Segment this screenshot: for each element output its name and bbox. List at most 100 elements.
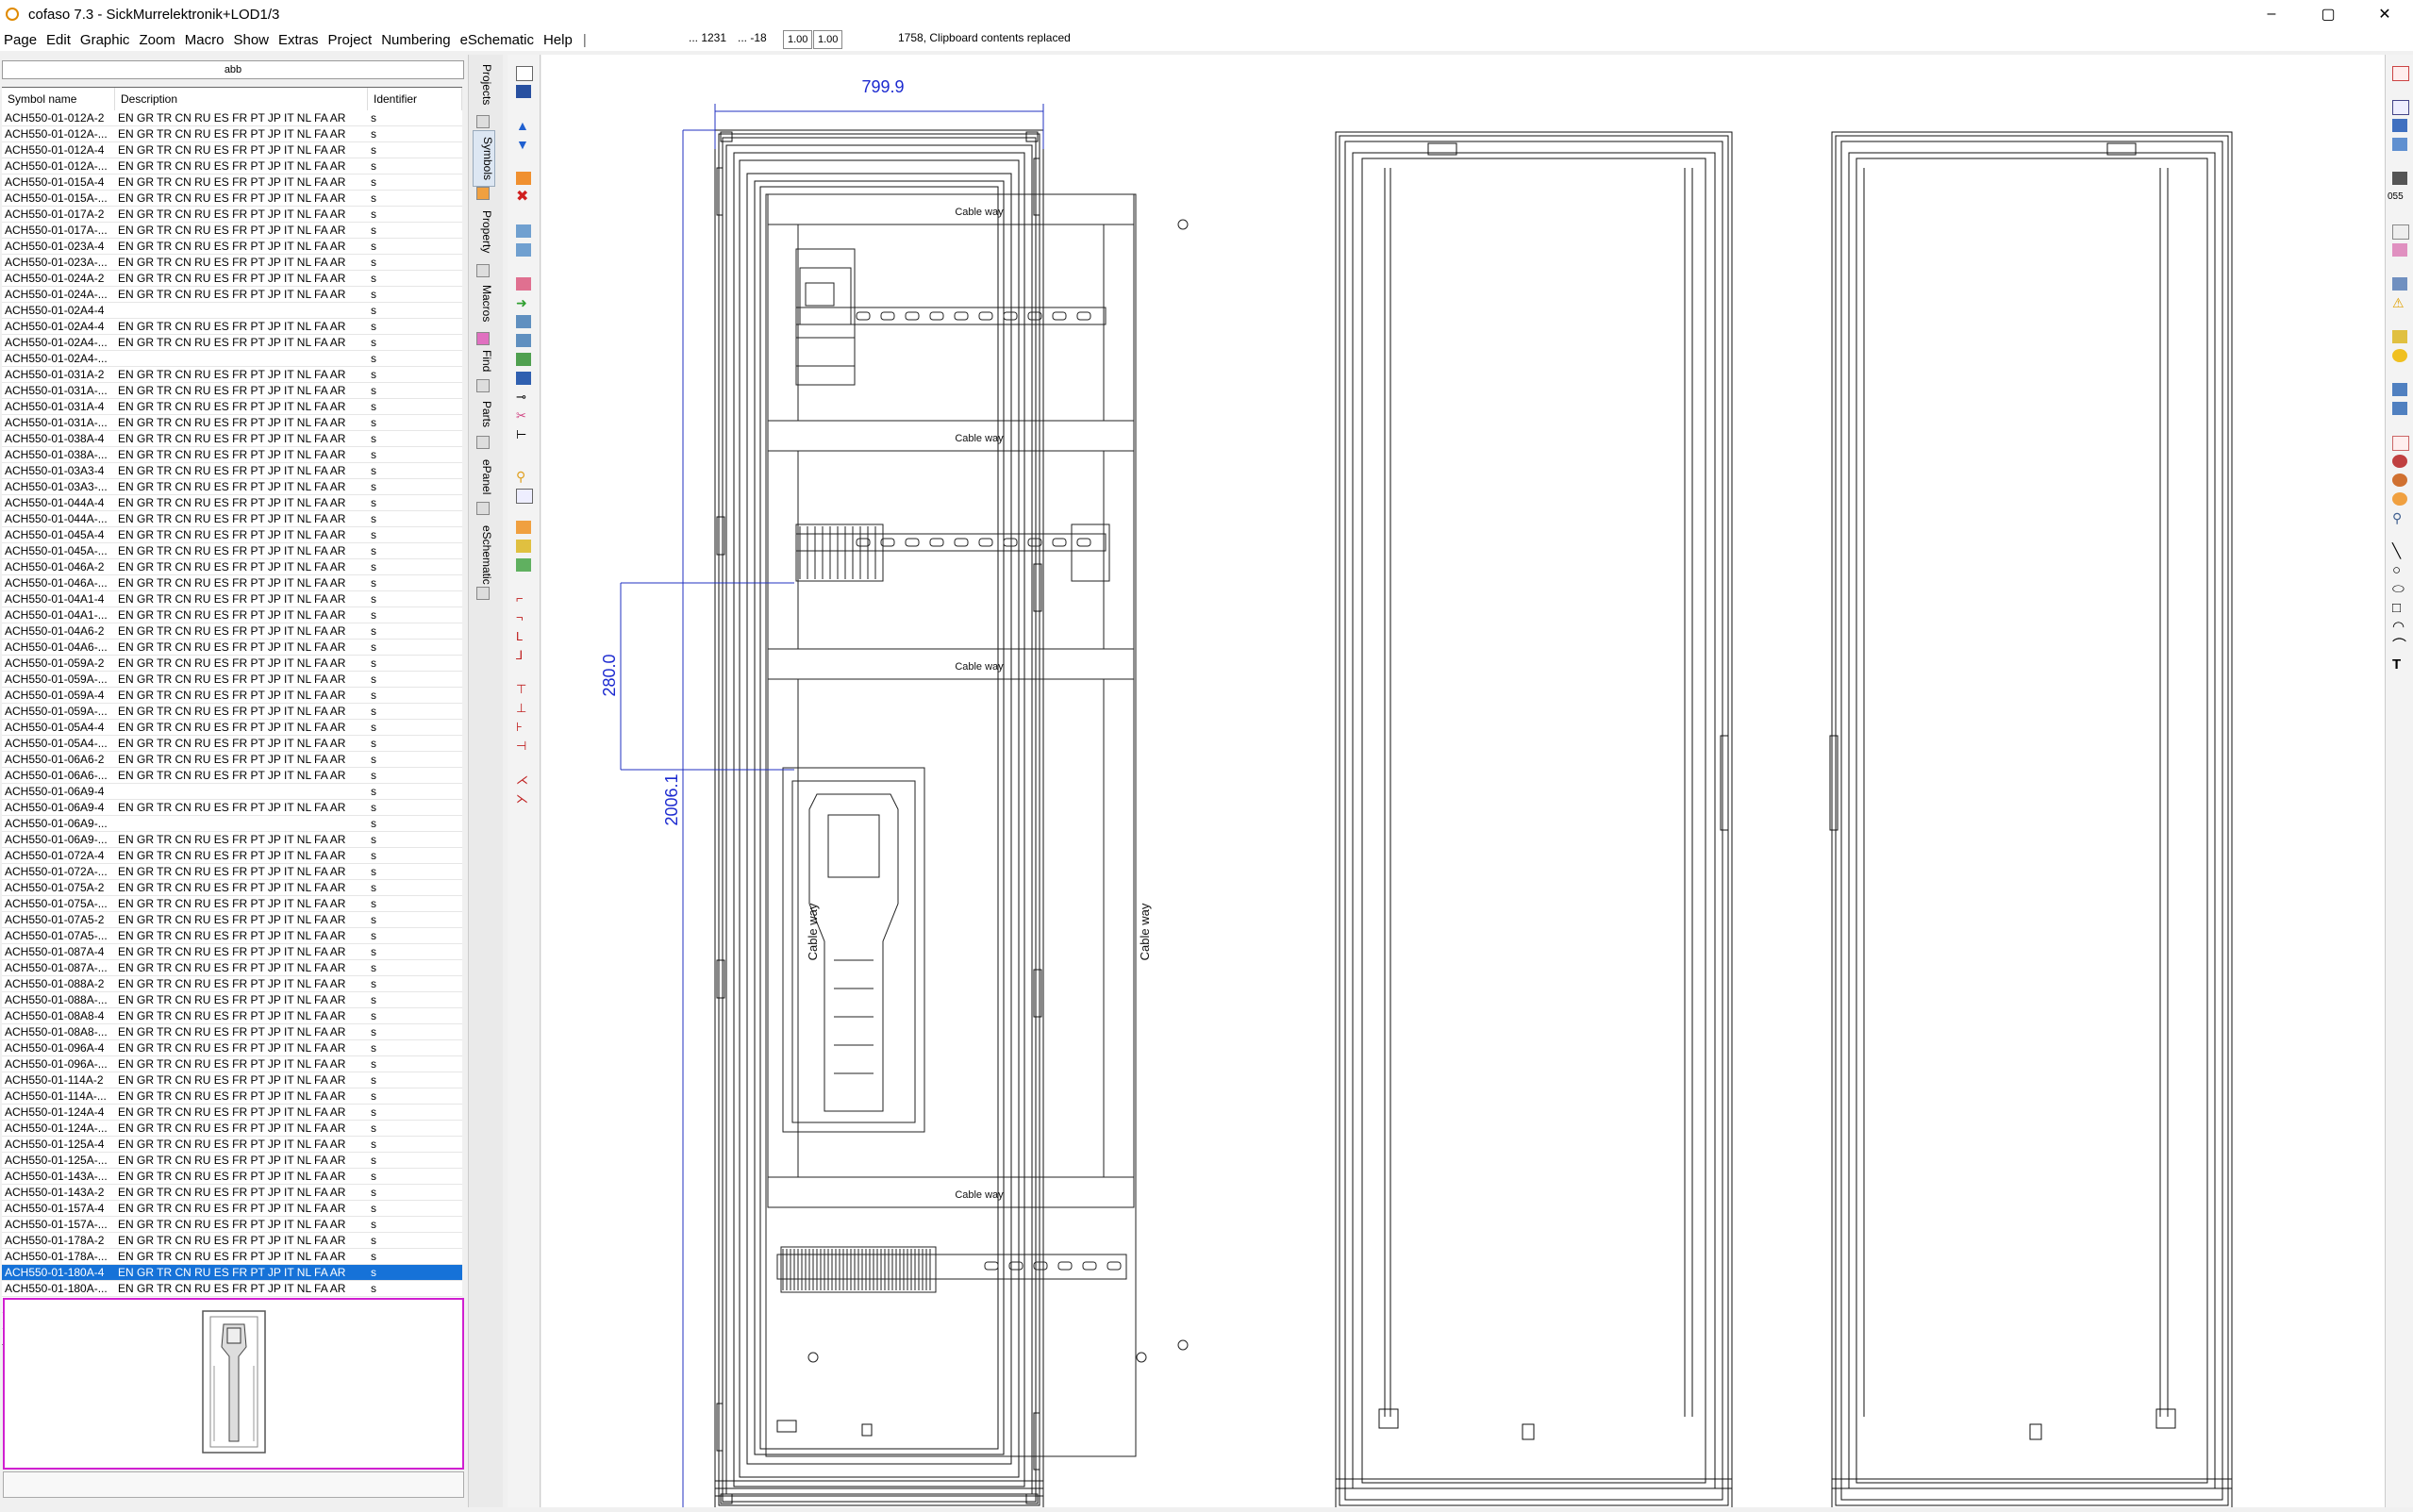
zoom-icon[interactable]: ⚲ xyxy=(516,470,531,483)
zoom-b-field[interactable]: 1.00 xyxy=(813,30,843,49)
corner-tr-icon[interactable]: ¬ xyxy=(516,611,531,624)
list-item[interactable]: ACH550-01-06A6-... EN GR TR CN RU ES FR P… xyxy=(2,768,462,784)
cabinet-side-view-2[interactable] xyxy=(1829,131,2233,1510)
drawing-canvas[interactable]: Cable way Cable way Cable way Cable way … xyxy=(541,55,2385,1510)
flag-orange-icon[interactable] xyxy=(516,521,531,534)
list-item[interactable]: ACH550-01-114A-... EN GR TR CN RU ES FR P… xyxy=(2,1088,462,1105)
maximize-button[interactable]: ▢ xyxy=(2300,0,2356,28)
list-item[interactable]: ACH550-01-05A4-4 EN GR TR CN RU ES FR PT … xyxy=(2,720,462,736)
menu-zoom[interactable]: Zoom xyxy=(134,32,179,48)
measure-icon[interactable]: ⊢ xyxy=(516,428,531,441)
list-item[interactable]: ACH550-01-045A-4 EN GR TR CN RU ES FR PT … xyxy=(2,527,462,543)
list-item[interactable]: ACH550-01-031A-... EN GR TR CN RU ES FR P… xyxy=(2,415,462,431)
col-identifier[interactable]: Identifier xyxy=(368,88,462,110)
tab-projects[interactable]: Projects xyxy=(473,58,493,111)
magnify-icon[interactable]: ⚲ xyxy=(2392,511,2407,524)
list-item[interactable]: ACH550-01-031A-2 EN GR TR CN RU ES FR PT … xyxy=(2,367,462,383)
undo-icon[interactable] xyxy=(516,224,531,238)
list-item[interactable]: ACH550-01-012A-... EN GR TR CN RU ES FR P… xyxy=(2,158,462,174)
doc-icon[interactable] xyxy=(2392,436,2409,451)
list-item[interactable]: ACH550-01-124A-4 EN GR TR CN RU ES FR PT … xyxy=(2,1105,462,1121)
tee-left-icon[interactable]: ⊣ xyxy=(516,739,531,753)
corner-br-icon[interactable]: ⅃ xyxy=(516,649,531,662)
eraser-icon[interactable] xyxy=(516,277,531,291)
menu-page[interactable]: Page xyxy=(0,32,42,48)
list-item[interactable]: ACH550-01-124A-... EN GR TR CN RU ES FR P… xyxy=(2,1121,462,1137)
tab-symbols[interactable]: Symbols xyxy=(473,130,495,187)
delete-icon[interactable]: ✖ xyxy=(516,190,531,205)
list-item[interactable]: ACH550-01-06A6-2 EN GR TR CN RU ES FR PT … xyxy=(2,752,462,768)
cross-b-icon[interactable]: ⋋ xyxy=(516,792,531,806)
list-item[interactable]: ACH550-01-059A-... EN GR TR CN RU ES FR P… xyxy=(2,672,462,688)
page-up-icon[interactable]: ▲ xyxy=(516,119,531,132)
split-icon[interactable]: ✂ xyxy=(516,409,531,423)
list-item[interactable]: ACH550-01-096A-4 EN GR TR CN RU ES FR PT … xyxy=(2,1040,462,1056)
save-icon[interactable] xyxy=(516,85,531,98)
list-item[interactable]: ACH550-01-02A4-4 EN GR TR CN RU ES FR PT … xyxy=(2,319,462,335)
list-item[interactable]: ACH550-01-178A-... EN GR TR CN RU ES FR P… xyxy=(2,1249,462,1265)
menu-show[interactable]: Show xyxy=(228,32,274,48)
list-item[interactable]: ACH550-01-072A-4 EN GR TR CN RU ES FR PT … xyxy=(2,848,462,864)
tab-parts[interactable]: Parts xyxy=(473,394,493,434)
list-item[interactable]: ACH550-01-012A-4 EN GR TR CN RU ES FR PT … xyxy=(2,142,462,158)
list-item[interactable]: ACH550-01-012A-... EN GR TR CN RU ES FR P… xyxy=(2,126,462,142)
tee-down-icon[interactable]: ⊤ xyxy=(516,683,531,696)
list-item[interactable]: ACH550-01-07A5-2 EN GR TR CN RU ES FR PT … xyxy=(2,912,462,928)
frame-icon[interactable] xyxy=(516,372,531,385)
list-item[interactable]: ACH550-01-180A-4 EN GR TR CN RU ES FR PT … xyxy=(2,1265,462,1281)
wrench-icon[interactable] xyxy=(2392,277,2407,291)
list-item[interactable]: ACH550-01-038A-4 EN GR TR CN RU ES FR PT … xyxy=(2,431,462,447)
list-item[interactable]: ACH550-01-178A-2 EN GR TR CN RU ES FR PT … xyxy=(2,1233,462,1249)
line-tool-icon[interactable]: ╲ xyxy=(2392,544,2407,558)
window-icon[interactable] xyxy=(2392,119,2407,132)
list-item[interactable]: ACH550-01-015A-... EN GR TR CN RU ES FR P… xyxy=(2,191,462,207)
list-item[interactable]: ACH550-01-125A-4 EN GR TR CN RU ES FR PT … xyxy=(2,1137,462,1153)
menu-help[interactable]: Help xyxy=(539,32,577,48)
brush-icon[interactable] xyxy=(2392,243,2407,257)
pen-icon[interactable] xyxy=(516,315,531,328)
list-item[interactable]: ACH550-01-088A-2 EN GR TR CN RU ES FR PT … xyxy=(2,976,462,992)
tab-macros[interactable]: Macros xyxy=(473,279,493,328)
palette-icon[interactable] xyxy=(2392,330,2407,343)
list-item[interactable]: ACH550-01-017A-2 EN GR TR CN RU ES FR PT … xyxy=(2,207,462,223)
col-description[interactable]: Description xyxy=(115,88,368,110)
list-item[interactable]: ACH550-01-07A5-... EN GR TR CN RU ES FR P… xyxy=(2,928,462,944)
link-alt-icon[interactable] xyxy=(2392,402,2407,415)
list-item[interactable]: ACH550-01-04A1-... EN GR TR CN RU ES FR P… xyxy=(2,607,462,623)
list-item[interactable]: ACH550-01-024A-2 EN GR TR CN RU ES FR PT … xyxy=(2,271,462,287)
list-item[interactable]: ACH550-01-012A-2 EN GR TR CN RU ES FR PT … xyxy=(2,110,462,126)
list-item[interactable]: ACH550-01-046A-... EN GR TR CN RU ES FR P… xyxy=(2,575,462,591)
list-item[interactable]: ACH550-01-088A-... EN GR TR CN RU ES FR P… xyxy=(2,992,462,1008)
list-item[interactable]: ACH550-01-087A-4 EN GR TR CN RU ES FR PT … xyxy=(2,944,462,960)
list-item[interactable]: ACH550-01-02A4-... s xyxy=(2,351,462,367)
menu-numbering[interactable]: Numbering xyxy=(376,32,455,48)
bulb-icon[interactable] xyxy=(2392,349,2407,362)
zoom-window-icon[interactable] xyxy=(516,489,533,504)
orange-icon[interactable] xyxy=(2392,474,2407,487)
list-item[interactable]: ACH550-01-015A-4 EN GR TR CN RU ES FR PT … xyxy=(2,174,462,191)
mounting-plate[interactable] xyxy=(765,193,1189,1457)
list-item[interactable]: ACH550-01-08A8-... EN GR TR CN RU ES FR P… xyxy=(2,1024,462,1040)
list-item[interactable]: ACH550-01-06A9-... EN GR TR CN RU ES FR P… xyxy=(2,832,462,848)
list-item[interactable]: ACH550-01-059A-... EN GR TR CN RU ES FR P… xyxy=(2,704,462,720)
symbol-list[interactable]: ACH550-01-012A-2 EN GR TR CN RU ES FR PT … xyxy=(2,110,462,1345)
list-item[interactable]: ACH550-01-03A3-4 EN GR TR CN RU ES FR PT … xyxy=(2,463,462,479)
list-item[interactable]: ACH550-01-096A-... EN GR TR CN RU ES FR P… xyxy=(2,1056,462,1072)
list-item[interactable]: ACH550-01-03A3-... EN GR TR CN RU ES FR P… xyxy=(2,479,462,495)
tab-property[interactable]: Property xyxy=(473,204,493,260)
group-icon[interactable] xyxy=(516,353,531,366)
list-item[interactable]: ACH550-01-059A-2 EN GR TR CN RU ES FR PT … xyxy=(2,656,462,672)
list-item[interactable]: ACH550-01-02A4-4 s xyxy=(2,303,462,319)
corner-bl-icon[interactable]: L xyxy=(516,630,531,643)
rss-icon[interactable] xyxy=(516,172,531,185)
list-item[interactable]: ACH550-01-023A-4 EN GR TR CN RU ES FR PT … xyxy=(2,239,462,255)
flag-green-icon[interactable] xyxy=(516,558,531,572)
list-item[interactable]: ACH550-01-04A1-4 EN GR TR CN RU ES FR PT … xyxy=(2,591,462,607)
list-item[interactable]: ACH550-01-023A-... EN GR TR CN RU ES FR P… xyxy=(2,255,462,271)
menu-macro[interactable]: Macro xyxy=(180,32,229,48)
list-item[interactable]: ACH550-01-024A-... EN GR TR CN RU ES FR P… xyxy=(2,287,462,303)
flag-yellow-icon[interactable] xyxy=(516,540,531,553)
close-button[interactable]: ✕ xyxy=(2356,0,2413,28)
list-item[interactable]: ACH550-01-06A9-4 EN GR TR CN RU ES FR PT … xyxy=(2,800,462,816)
list-item[interactable]: ACH550-01-044A-... EN GR TR CN RU ES FR P… xyxy=(2,511,462,527)
